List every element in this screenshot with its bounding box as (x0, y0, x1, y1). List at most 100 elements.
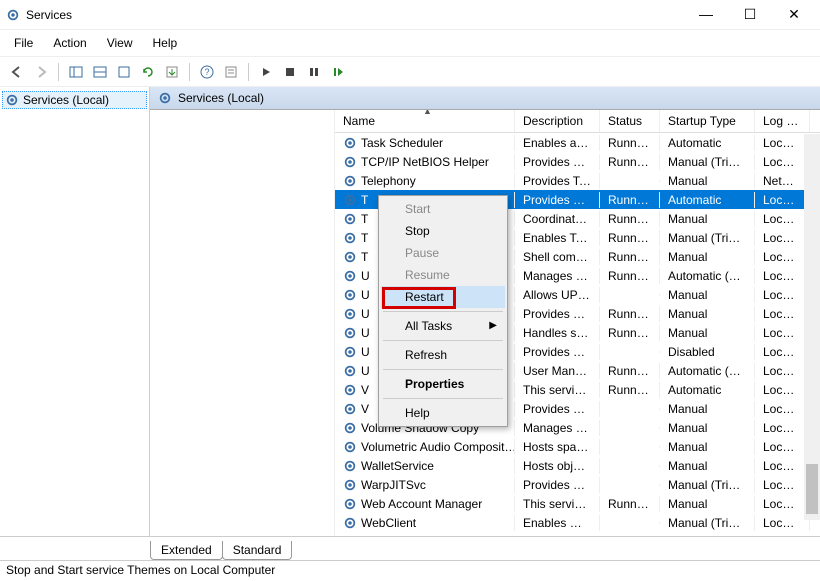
column-log-on[interactable]: Log On (755, 110, 810, 132)
service-startup: Manual (Trig… (660, 230, 755, 246)
service-status: Running (600, 249, 660, 265)
service-status: Running (600, 268, 660, 284)
ctx-all-tasks[interactable]: All Tasks▶ (381, 315, 505, 337)
service-status: Running (600, 211, 660, 227)
toolbar-sep (248, 63, 249, 81)
forward-button[interactable] (30, 61, 52, 83)
gear-icon (343, 269, 357, 283)
export-button[interactable] (113, 61, 135, 83)
column-status[interactable]: Status (600, 110, 660, 132)
main-header: Services (Local) (150, 87, 820, 110)
ctx-help[interactable]: Help (381, 402, 505, 424)
service-name: V (361, 383, 369, 397)
service-desc: This service … (515, 382, 600, 398)
gear-icon (343, 174, 357, 188)
tab-standard[interactable]: Standard (222, 541, 293, 560)
ctx-properties[interactable]: Properties (381, 373, 505, 395)
service-desc: Handles sto… (515, 325, 600, 341)
back-button[interactable] (6, 61, 28, 83)
service-row[interactable]: TelephonyProvides Tel…ManualNetwork (335, 171, 820, 190)
gear-icon (343, 478, 357, 492)
export-list-button[interactable] (161, 61, 183, 83)
sort-indicator-icon: ▲ (423, 110, 432, 116)
details-panel (150, 110, 335, 536)
gear-icon (343, 155, 357, 169)
column-startup-type[interactable]: Startup Type (660, 110, 755, 132)
gear-icon (343, 497, 357, 511)
detail-pane-button[interactable] (89, 61, 111, 83)
service-startup: Disabled (660, 344, 755, 360)
service-status: Running (600, 154, 660, 170)
service-row[interactable]: TCP/IP NetBIOS HelperProvides su…Running… (335, 152, 820, 171)
service-name: WebClient (361, 516, 416, 530)
service-logon: Local Sy (755, 306, 810, 322)
service-startup: Manual (660, 420, 755, 436)
menu-help[interactable]: Help (145, 34, 186, 52)
tabs-bar: Extended Standard (0, 536, 820, 560)
tree-pane: Services (Local) (0, 87, 150, 536)
service-desc: Provides m… (515, 401, 600, 417)
gear-icon (343, 440, 357, 454)
service-logon: Local Sy (755, 344, 810, 360)
service-name: U (361, 364, 370, 378)
service-desc: Manages W… (515, 268, 600, 284)
service-row[interactable]: WebClientEnables Win…Manual (Trig…Local … (335, 513, 820, 532)
service-logon: Local Sy (755, 211, 810, 227)
ctx-refresh[interactable]: Refresh (381, 344, 505, 366)
start-service-button[interactable] (255, 61, 277, 83)
ctx-stop[interactable]: Stop (381, 220, 505, 242)
service-status (600, 465, 660, 467)
service-logon: Local Sy (755, 382, 810, 398)
service-startup: Manual (660, 173, 755, 189)
ctx-restart[interactable]: Restart (381, 286, 505, 308)
gear-icon (343, 250, 357, 264)
service-row[interactable]: WalletServiceHosts objec…ManualLocal Sy (335, 456, 820, 475)
gear-icon (343, 516, 357, 530)
tab-extended[interactable]: Extended (150, 541, 223, 560)
service-status: Running (600, 135, 660, 151)
service-desc: Provides us… (515, 192, 600, 208)
titlebar: Services ― ☐ ✕ (0, 0, 820, 30)
service-row[interactable]: Web Account ManagerThis service …Running… (335, 494, 820, 513)
service-logon: Network (755, 173, 810, 189)
properties-button[interactable] (220, 61, 242, 83)
service-row[interactable]: Task SchedulerEnables a us…RunningAutoma… (335, 133, 820, 152)
ctx-sep (383, 340, 503, 341)
close-button[interactable]: ✕ (780, 6, 808, 23)
service-startup: Manual (660, 458, 755, 474)
menu-action[interactable]: Action (45, 34, 94, 52)
pause-service-button[interactable] (303, 61, 325, 83)
service-startup: Manual (660, 401, 755, 417)
submenu-arrow-icon: ▶ (489, 320, 497, 331)
maximize-button[interactable]: ☐ (736, 6, 764, 23)
ctx-sep (383, 311, 503, 312)
service-logon: Local Sy (755, 363, 810, 379)
refresh-button[interactable] (137, 61, 159, 83)
toolbar-sep (189, 63, 190, 81)
tree-root-services-local[interactable]: Services (Local) (2, 91, 147, 109)
menu-view[interactable]: View (99, 34, 141, 52)
service-row[interactable]: Volumetric Audio Composit…Hosts spatia…M… (335, 437, 820, 456)
service-desc: Enables Tou… (515, 230, 600, 246)
gear-icon (158, 91, 172, 105)
service-desc: Shell comp… (515, 249, 600, 265)
stop-service-button[interactable] (279, 61, 301, 83)
minimize-button[interactable]: ― (692, 6, 720, 23)
service-startup: Automatic (… (660, 268, 755, 284)
service-startup: Automatic (T… (660, 363, 755, 379)
vertical-scrollbar[interactable] (804, 134, 820, 520)
service-startup: Manual (660, 249, 755, 265)
restart-service-button[interactable] (327, 61, 349, 83)
service-startup: Manual (Trig… (660, 477, 755, 493)
help-button[interactable]: ? (196, 61, 218, 83)
service-row[interactable]: WarpJITSvcProvides a JI…Manual (Trig…Loc… (335, 475, 820, 494)
service-name: TCP/IP NetBIOS Helper (361, 155, 489, 169)
menu-file[interactable]: File (6, 34, 41, 52)
window-title: Services (26, 8, 692, 22)
service-name: V (361, 402, 369, 416)
service-name: U (361, 269, 370, 283)
service-status: Running (600, 496, 660, 512)
show-hide-tree-button[interactable] (65, 61, 87, 83)
column-description[interactable]: Description (515, 110, 600, 132)
scrollbar-thumb[interactable] (806, 464, 818, 514)
